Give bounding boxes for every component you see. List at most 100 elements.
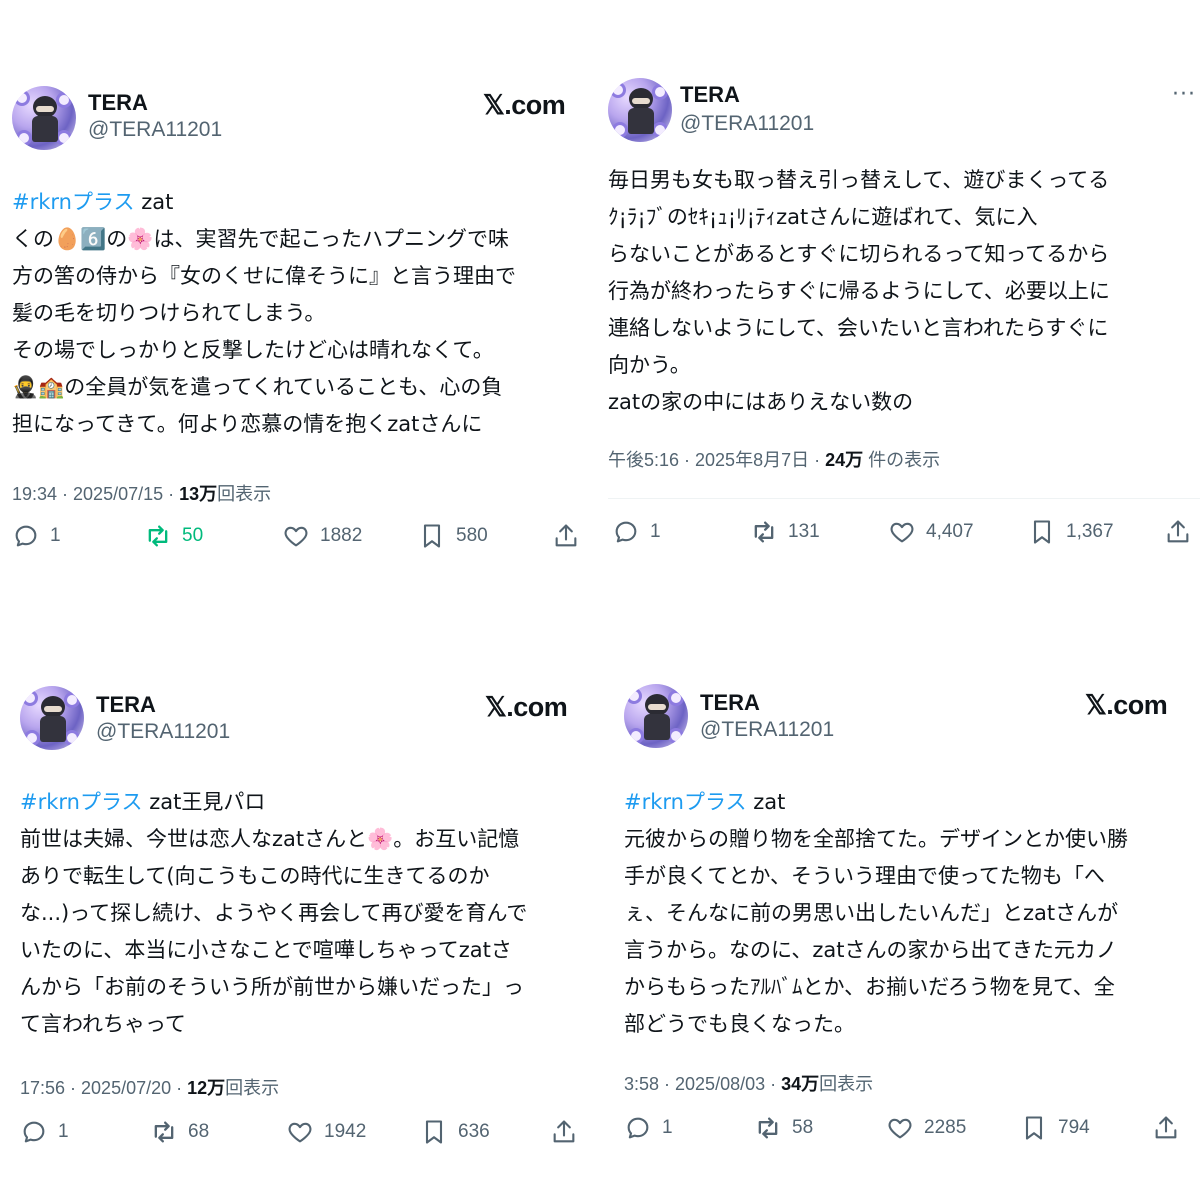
like-icon xyxy=(284,526,308,547)
text-line: 元彼からの贈り物を全部捨てた。デザインとか使い勝 xyxy=(624,827,1128,851)
like-button[interactable]: 2285 xyxy=(886,1114,966,1142)
timestamp[interactable]: 19:34 · 2025/07/15 · xyxy=(12,484,179,504)
timestamp-views: 17:56 · 2025/07/20 · 12万回表示 xyxy=(20,1074,279,1100)
tweet-card[interactable]: TERA @TERA11201 𝕏.com #rkrnプラス zat 元彼からの… xyxy=(600,600,1185,1180)
like-button[interactable]: 4,407 xyxy=(888,518,974,546)
share-button[interactable] xyxy=(1164,518,1192,550)
display-name[interactable]: TERA xyxy=(680,82,740,108)
view-count: 24万 xyxy=(825,450,864,470)
reply-button[interactable]: 1 xyxy=(624,1114,673,1142)
x-logo: 𝕏.com xyxy=(483,90,566,120)
share-icon xyxy=(1167,520,1189,543)
text-line: ｸ¡ﾗ¡ﾌﾞのｾｷ¡ｭ¡ﾘ¡ﾃｨzatさんに遊ばれて、気に入 xyxy=(608,205,1038,229)
retweet-count: 131 xyxy=(788,521,820,542)
text-line: な...)って探し続け、ようやく再会して再び愛を育んで xyxy=(20,901,528,925)
hashtag-link[interactable]: #rkrnプラス xyxy=(624,790,747,814)
tweet-text: #rkrnプラス zat 元彼からの贈り物を全部捨てた。デザインとか使い勝 手が… xyxy=(624,784,1194,1043)
bookmark-button[interactable]: 580 xyxy=(418,522,488,550)
reply-icon xyxy=(23,1121,45,1143)
retweet-button[interactable]: 131 xyxy=(750,518,820,546)
like-button[interactable]: 1882 xyxy=(282,522,362,550)
action-bar: 1 68 1942 636 xyxy=(20,1118,580,1152)
divider xyxy=(608,498,1200,499)
views-label: 回表示 xyxy=(225,1078,280,1098)
display-name[interactable]: TERA xyxy=(88,90,148,116)
timestamp[interactable]: 午後5:16 · 2025年8月7日 · xyxy=(608,450,825,470)
retweet-button[interactable]: 58 xyxy=(754,1114,813,1142)
text-line: いたのに、本当に小さなことで喧嘩しちゃってzatさ xyxy=(20,938,512,962)
share-button[interactable] xyxy=(1152,1114,1180,1146)
text-line: zatの家の中にはありえない数の xyxy=(608,390,914,414)
tweet-card[interactable]: TERA @TERA11201 ··· 毎日男も女も取っ替え引っ替えして、遊びま… xyxy=(600,0,1200,580)
text-line: 担になってきて。何より恋慕の情を抱くzatさんに xyxy=(12,412,483,436)
timestamp-views: 3:58 · 2025/08/03 · 34万回表示 xyxy=(624,1070,873,1096)
retweet-button[interactable]: 50 xyxy=(144,522,203,550)
text-line: 言うから。なのに、zatさんの家から出てきた元カノ xyxy=(624,938,1117,962)
text-line: その場でしっかりと反撃したけど心は晴れなくて。 xyxy=(12,338,494,362)
text-line: んから「お前のそういう所が前世から嫌いだった」っ xyxy=(20,975,524,999)
display-name[interactable]: TERA xyxy=(96,692,156,718)
like-count: 1942 xyxy=(324,1121,367,1142)
bookmark-count: 636 xyxy=(458,1121,490,1142)
hashtag-link[interactable]: #rkrnプラス xyxy=(20,790,143,814)
reply-icon xyxy=(615,521,637,543)
retweet-icon xyxy=(148,525,168,547)
text-line: 前世は夫婦、今世は恋人なzatさんと🌸。お互い記憶 xyxy=(20,827,520,851)
view-count: 12万 xyxy=(187,1078,226,1098)
views-label: 回表示 xyxy=(217,484,272,504)
share-button[interactable] xyxy=(550,1118,578,1150)
share-button[interactable] xyxy=(552,522,580,554)
tag-suffix: zat王見パロ xyxy=(142,790,266,814)
retweet-icon xyxy=(154,1121,174,1143)
like-icon xyxy=(888,1118,912,1139)
view-count: 13万 xyxy=(179,484,218,504)
text-line: 向かう。 xyxy=(608,353,691,377)
share-icon xyxy=(555,524,577,547)
reply-icon xyxy=(627,1117,649,1139)
bookmark-button[interactable]: 636 xyxy=(420,1118,490,1146)
text-line: 行為が終わったらすぐに帰るようにして、必要以上に xyxy=(608,279,1110,303)
text-line: くの🥚6️⃣の🌸は、実習先で起こったハプニングで味 xyxy=(12,227,509,251)
x-logo: 𝕏.com xyxy=(1085,690,1168,720)
tag-suffix: zat xyxy=(746,790,786,814)
avatar[interactable] xyxy=(608,78,672,142)
reply-count: 1 xyxy=(50,525,61,546)
reply-count: 1 xyxy=(650,521,661,542)
timestamp[interactable]: 3:58 · 2025/08/03 · xyxy=(624,1074,781,1094)
retweet-count: 58 xyxy=(792,1117,814,1138)
bookmark-button[interactable]: 794 xyxy=(1020,1114,1090,1142)
reply-button[interactable]: 1 xyxy=(612,518,661,546)
avatar[interactable] xyxy=(624,684,688,748)
reply-button[interactable]: 1 xyxy=(12,522,61,550)
text-line: らないことがあるとすぐに切られるって知ってるから xyxy=(608,242,1110,266)
reply-button[interactable]: 1 xyxy=(20,1118,69,1146)
bookmark-button[interactable]: 1,367 xyxy=(1028,518,1114,546)
text-line: 🥷🏫の全員が気を遣ってくれていることも、心の負 xyxy=(12,375,503,399)
tweet-text: #rkrnプラス zat くの🥚6️⃣の🌸は、実習先で起こったハプニングで味 方… xyxy=(12,184,582,443)
reply-count: 1 xyxy=(662,1117,673,1138)
more-icon[interactable]: ··· xyxy=(1172,82,1196,107)
user-handle[interactable]: @TERA11201 xyxy=(96,720,230,744)
avatar[interactable] xyxy=(12,86,76,150)
x-logo: 𝕏.com xyxy=(485,692,568,722)
user-handle[interactable]: @TERA11201 xyxy=(680,112,814,136)
tweet-card[interactable]: TERA @TERA11201 𝕏.com #rkrnプラス zat くの🥚6️… xyxy=(0,0,585,580)
tweet-card[interactable]: TERA @TERA11201 𝕏.com #rkrnプラス zat王見パロ 前… xyxy=(0,600,585,1180)
bookmark-icon xyxy=(425,1120,443,1144)
text-line: ありで転生して(向こうもこの時代に生きてるのか xyxy=(20,864,490,888)
text-line: 手が良くてとか、そういう理由で使ってた物も「へ xyxy=(624,864,1105,888)
views-label: 件の表示 xyxy=(863,450,941,470)
bookmark-icon xyxy=(1033,520,1051,544)
hashtag-link[interactable]: #rkrnプラス xyxy=(12,190,135,214)
user-handle[interactable]: @TERA11201 xyxy=(88,118,222,142)
timestamp-views: 午後5:16 · 2025年8月7日 · 24万 件の表示 xyxy=(608,446,940,472)
display-name[interactable]: TERA xyxy=(700,690,760,716)
timestamp[interactable]: 17:56 · 2025/07/20 · xyxy=(20,1078,187,1098)
user-handle[interactable]: @TERA11201 xyxy=(700,718,834,742)
retweet-count: 68 xyxy=(188,1121,210,1142)
like-button[interactable]: 1942 xyxy=(286,1118,366,1146)
text-line: 毎日男も女も取っ替え引っ替えして、遊びまくってる xyxy=(608,168,1110,192)
avatar[interactable] xyxy=(20,686,84,750)
retweet-button[interactable]: 68 xyxy=(150,1118,209,1146)
reply-count: 1 xyxy=(58,1121,69,1142)
